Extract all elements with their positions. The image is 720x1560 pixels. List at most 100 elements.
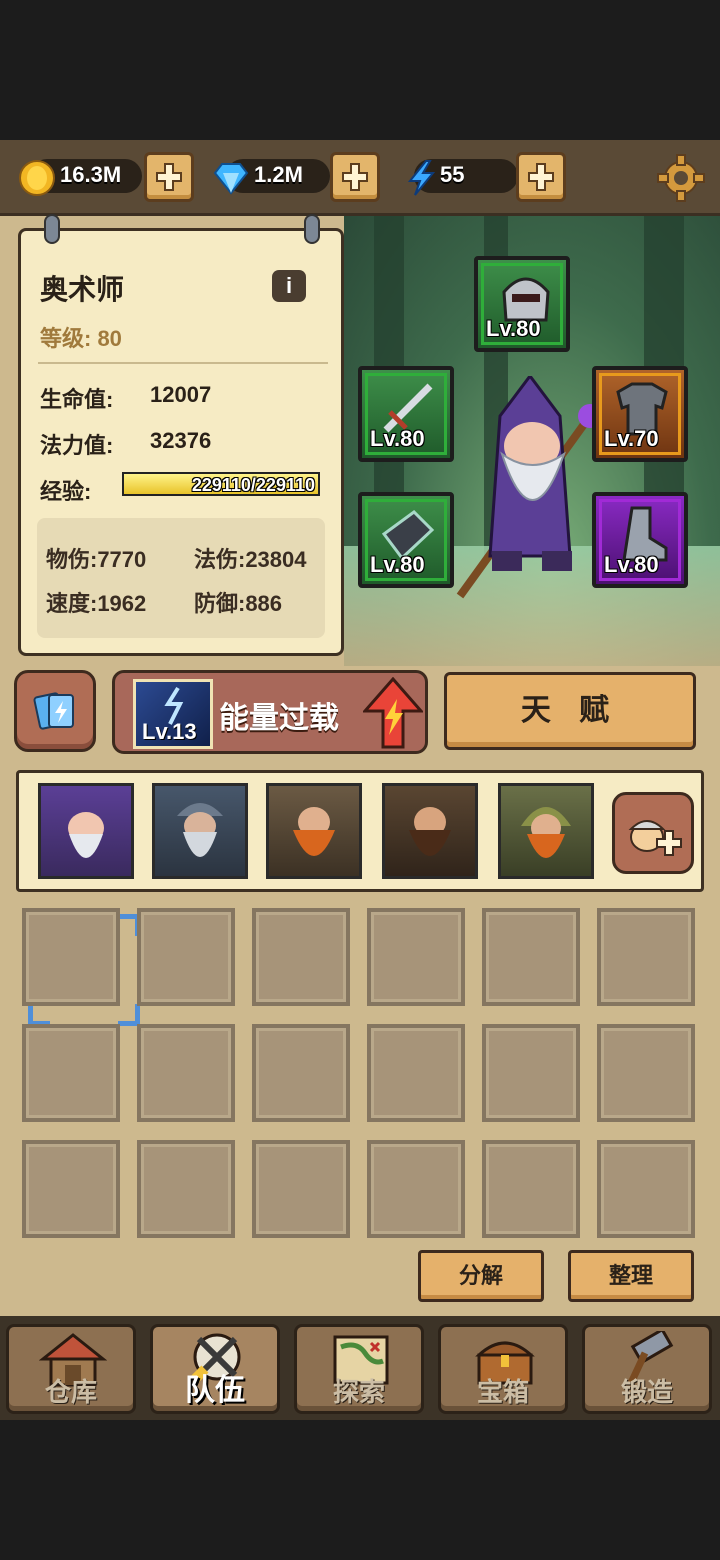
skill-bar[interactable]: Lv.13 能量过载 — [112, 670, 428, 754]
nav-tab-chest[interactable]: 宝箱 — [438, 1324, 568, 1414]
lightning-icon — [407, 160, 436, 196]
combat-stats-box — [37, 518, 325, 638]
member-portrait — [269, 786, 359, 876]
weapon-level: Lv.80 — [370, 426, 425, 451]
binder-ring — [44, 214, 60, 244]
equip-slot-helmet[interactable]: Lv.80 — [474, 256, 570, 352]
currency-bar: 16.3M 1.2M 55 — [0, 140, 720, 216]
divider — [38, 362, 328, 364]
exp-progress-bar: 229110/229110 — [122, 472, 320, 496]
gem-amount: 1.2M — [254, 162, 303, 187]
add-gem-button[interactable] — [330, 152, 380, 202]
member-portrait — [41, 786, 131, 876]
skill-icon: Lv.13 — [133, 679, 213, 749]
inventory-slot[interactable] — [137, 1024, 235, 1122]
inventory-slot[interactable] — [137, 1140, 235, 1238]
inventory-slot[interactable] — [252, 1024, 350, 1122]
member-portrait — [501, 786, 591, 876]
inventory-slot[interactable] — [252, 1140, 350, 1238]
hero-name: 奥术师 — [40, 274, 125, 305]
inventory-slot[interactable] — [252, 908, 350, 1006]
bracer-level: Lv.80 — [370, 552, 425, 577]
inventory-slot[interactable] — [482, 908, 580, 1006]
bearded-face-icon — [409, 807, 451, 856]
armor-level: Lv.70 — [604, 426, 659, 451]
exp-text: 229110/229110 — [191, 475, 315, 495]
dwarf-face-icon — [293, 807, 335, 856]
game-screen: 16.3M 1.2M 55 Lv.80 Lv.80 Lv.70 Lv.80 Lv… — [0, 140, 720, 1420]
inventory-slot[interactable] — [137, 908, 235, 1006]
inventory-slot[interactable] — [22, 1024, 120, 1122]
team-member-dwarf-hood[interactable] — [498, 783, 594, 879]
inventory-slot[interactable] — [482, 1024, 580, 1122]
add-gold-button[interactable] — [144, 152, 194, 202]
inventory-slot[interactable] — [22, 1140, 120, 1238]
nav-tab-explore[interactable]: 探索 — [294, 1324, 424, 1414]
add-hero-icon — [628, 820, 682, 856]
member-portrait — [385, 786, 475, 876]
phys-atk-stat: 物伤:7770 — [46, 547, 147, 572]
mp-value: 32376 — [150, 428, 212, 453]
nav-label-forge: 锻造 — [620, 1377, 673, 1407]
skill-name: 能量过载 — [219, 702, 339, 735]
hooded-dwarf-face-icon — [521, 807, 571, 858]
plus-icon — [156, 163, 182, 191]
cards-icon — [33, 692, 74, 730]
energy-amount: 55 — [440, 162, 465, 187]
sort-button[interactable]: 整理 — [568, 1250, 694, 1302]
add-team-member-button[interactable] — [612, 792, 694, 874]
mag-atk-stat: 法伤:23804 — [194, 547, 307, 572]
nav-label-team: 队伍 — [185, 1374, 245, 1407]
inventory-slot[interactable] — [22, 908, 120, 1006]
nav-tab-forge[interactable]: 锻造 — [582, 1324, 712, 1414]
viking-face-icon — [177, 803, 223, 857]
member-portrait — [155, 786, 245, 876]
selection-corner — [118, 1004, 140, 1026]
equip-slot-boots[interactable]: Lv.80 — [592, 492, 688, 588]
info-icon[interactable]: i — [272, 270, 306, 302]
inventory-slot[interactable] — [367, 908, 465, 1006]
gold-amount: 16.3M — [60, 162, 122, 187]
add-energy-button[interactable] — [516, 152, 566, 202]
diamond-icon — [213, 163, 249, 195]
inventory-slot[interactable] — [597, 1024, 695, 1122]
team-member-dwarf-brown[interactable] — [382, 783, 478, 879]
team-member-arcanist[interactable] — [38, 783, 134, 879]
nav-tab-warehouse[interactable]: 仓库 — [6, 1324, 136, 1414]
bottom-navigation: 仓库 队伍 探索 宝箱 锻造 — [0, 1316, 720, 1420]
boots-level: Lv.80 — [604, 552, 659, 577]
hp-label: 生命值: — [40, 387, 114, 412]
equip-slot-weapon[interactable]: Lv.80 — [358, 366, 454, 462]
gold-coin-icon — [19, 160, 55, 196]
plus-icon — [342, 163, 368, 191]
binder-ring — [304, 214, 320, 244]
inventory-slot[interactable] — [597, 908, 695, 1006]
decompose-button[interactable]: 分解 — [418, 1250, 544, 1302]
nav-label-explore: 探索 — [332, 1377, 385, 1407]
nav-label-chest: 宝箱 — [476, 1377, 529, 1407]
hp-value: 12007 — [150, 382, 212, 407]
speed-stat: 速度:1962 — [46, 591, 147, 616]
settings-gear-icon[interactable] — [656, 153, 706, 203]
upgrade-arrow-icon[interactable] — [363, 677, 423, 749]
team-member-viking[interactable] — [152, 783, 248, 879]
talent-button[interactable]: 天 赋 — [444, 672, 696, 750]
skill-cards-button[interactable] — [14, 670, 96, 752]
plus-icon — [528, 163, 554, 191]
inventory-slot[interactable] — [597, 1140, 695, 1238]
mp-label: 法力值: — [40, 433, 114, 458]
defense-stat: 防御:886 — [194, 591, 283, 616]
team-member-dwarf-orange[interactable] — [266, 783, 362, 879]
selection-corner — [28, 1004, 50, 1026]
nav-tab-team[interactable]: 队伍 — [150, 1324, 280, 1414]
equip-slot-armor[interactable]: Lv.70 — [592, 366, 688, 462]
equip-slot-bracer[interactable]: Lv.80 — [358, 492, 454, 588]
inventory-slot[interactable] — [482, 1140, 580, 1238]
wizard-face-icon — [68, 812, 104, 858]
nav-label-warehouse: 仓库 — [44, 1377, 97, 1407]
skill-level: Lv.13 — [142, 719, 197, 744]
inventory-slot[interactable] — [367, 1140, 465, 1238]
inventory-slot[interactable] — [367, 1024, 465, 1122]
helmet-level: Lv.80 — [486, 316, 541, 341]
hero-level: 等级: 80 — [40, 326, 122, 351]
